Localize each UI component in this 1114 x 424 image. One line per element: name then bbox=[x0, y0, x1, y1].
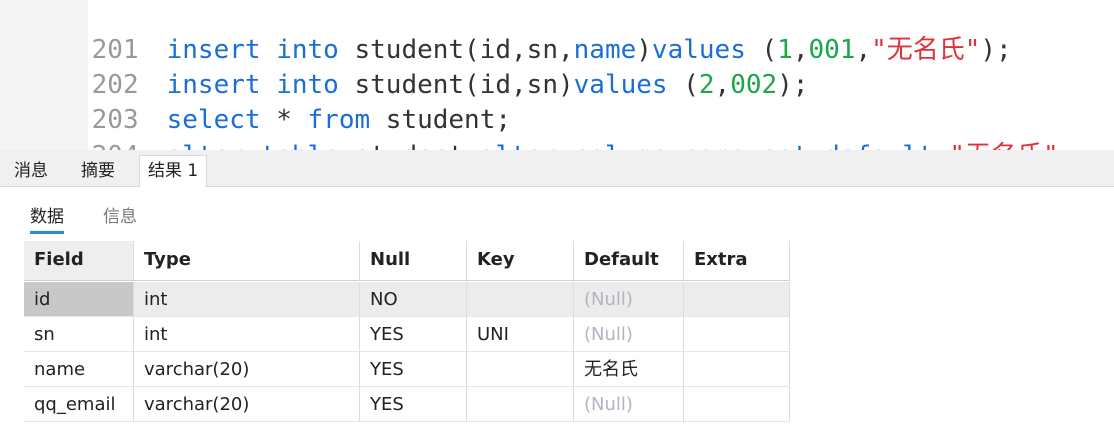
code-token: "无名氏" bbox=[949, 141, 1058, 150]
column-header-type[interactable]: Type bbox=[134, 241, 360, 281]
grid-cell-extra[interactable] bbox=[684, 282, 790, 317]
code-token: , bbox=[714, 70, 731, 100]
column-header-null[interactable]: Null bbox=[360, 241, 467, 281]
grid-cell-extra[interactable] bbox=[684, 317, 790, 352]
grid-cell-field[interactable]: id bbox=[24, 282, 134, 317]
grid-cell-type[interactable]: varchar(20) bbox=[134, 387, 360, 422]
code-token: alter bbox=[167, 141, 245, 150]
grid-cell-type[interactable]: int bbox=[134, 317, 360, 352]
grid-cell-null[interactable]: YES bbox=[360, 352, 467, 387]
code-token: table bbox=[261, 141, 339, 150]
code-token: default bbox=[824, 141, 934, 150]
code-token: ); bbox=[980, 35, 1012, 65]
grid-cell-field[interactable]: qq_email bbox=[24, 387, 134, 422]
column-header-extra[interactable]: Extra bbox=[684, 241, 790, 281]
code-token: , bbox=[855, 35, 872, 65]
grid-cell-default[interactable]: 无名氏 bbox=[574, 352, 684, 387]
grid-cell-null[interactable]: NO bbox=[360, 282, 467, 317]
grid-cell-default[interactable]: (Null) bbox=[574, 317, 684, 352]
grid-cell-key[interactable] bbox=[467, 352, 574, 387]
code-token: name bbox=[683, 141, 746, 150]
code-token: 002 bbox=[730, 70, 778, 100]
code-token: values bbox=[573, 70, 668, 100]
editor-line-204[interactable]: 204alter table student alter column name… bbox=[0, 102, 1075, 150]
code-text: alter table student alter column name se… bbox=[167, 141, 1075, 150]
subtab-info[interactable]: 信息 bbox=[103, 203, 137, 231]
grid-cell-type[interactable]: int bbox=[134, 282, 360, 317]
tab-result-1[interactable]: 结果 1 bbox=[139, 155, 208, 188]
grid-cell-default[interactable]: (Null) bbox=[574, 282, 684, 317]
grid-cell-extra[interactable] bbox=[684, 387, 790, 422]
line-number: 204 bbox=[63, 138, 167, 150]
grid-cell-key[interactable] bbox=[467, 387, 574, 422]
code-token: student bbox=[339, 141, 480, 150]
grid-cell-key[interactable]: UNI bbox=[467, 317, 574, 352]
grid-cell-null[interactable]: YES bbox=[360, 317, 467, 352]
code-token: alter bbox=[480, 141, 558, 150]
editor-line-202[interactable]: 202 insert into student(id,sn)values (2,0… bbox=[0, 31, 809, 100]
grid-cell-null[interactable]: YES bbox=[360, 387, 467, 422]
code-token: 001 bbox=[808, 35, 856, 65]
grid-cell-extra[interactable] bbox=[684, 352, 790, 387]
code-token: set bbox=[762, 141, 809, 150]
code-token: column bbox=[574, 141, 668, 150]
grid-cell-key[interactable] bbox=[467, 282, 574, 317]
code-token: "无名氏" bbox=[871, 35, 981, 65]
tab-summary[interactable]: 摘要 bbox=[73, 156, 123, 186]
tab-messages[interactable]: 消息 bbox=[6, 156, 56, 186]
editor-line-201[interactable]: 201 insert into student(id,sn,name)values… bbox=[0, 0, 1012, 65]
grid-cell-type[interactable]: varchar(20) bbox=[134, 352, 360, 387]
sql-editor[interactable]: 201 insert into student(id,sn,name)values… bbox=[0, 0, 1114, 150]
code-token: ( bbox=[667, 70, 699, 100]
column-header-default[interactable]: Default bbox=[574, 241, 684, 281]
code-token: ); bbox=[777, 70, 809, 100]
grid-cell-default[interactable]: (Null) bbox=[574, 387, 684, 422]
grid-cell-field[interactable]: sn bbox=[24, 317, 134, 352]
result-subtabs: 数据 信息 bbox=[0, 187, 1114, 239]
column-header-key[interactable]: Key bbox=[467, 241, 574, 281]
code-token: ; bbox=[1059, 141, 1075, 150]
column-header-field[interactable]: Field bbox=[24, 241, 134, 281]
subtab-data[interactable]: 数据 bbox=[30, 203, 64, 234]
code-token: 2 bbox=[698, 70, 715, 100]
result-tab-bar: 消息 摘要 结果 1 bbox=[0, 150, 1114, 188]
grid-cell-field[interactable]: name bbox=[24, 352, 134, 387]
editor-line-203[interactable]: 203 select * from student; bbox=[0, 66, 511, 135]
